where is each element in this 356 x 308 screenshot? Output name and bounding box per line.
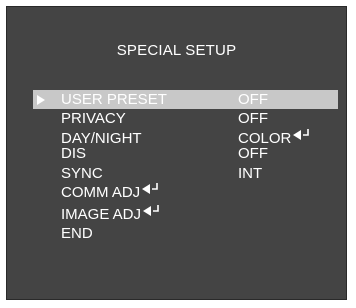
menu-item-privacy[interactable]: PRIVACY OFF: [33, 109, 338, 128]
screen: SPECIAL SETUP USER PRESET OFF PRIVACY OF…: [0, 0, 356, 308]
menu-item-label: PRIVACY: [61, 110, 126, 127]
menu-item-label: DIS: [61, 145, 87, 162]
menu-item-end[interactable]: END: [33, 224, 338, 243]
menu-item-label: COMM ADJ: [61, 184, 141, 201]
osd-menu-panel: SPECIAL SETUP USER PRESET OFF PRIVACY OF…: [6, 6, 347, 300]
menu-item-dis[interactable]: DIS OFF: [33, 144, 338, 163]
cursor-arrow-icon: [37, 95, 45, 105]
enter-icon: [142, 183, 159, 195]
menu-item-sync[interactable]: SYNC INT: [33, 164, 338, 183]
menu-item-image-adj[interactable]: IMAGE ADJ: [33, 205, 338, 224]
menu-item-value: OFF: [238, 110, 268, 127]
enter-icon: [293, 129, 310, 141]
enter-icon: [143, 205, 160, 217]
menu-item-value: OFF: [238, 91, 268, 108]
menu-title: SPECIAL SETUP: [116, 42, 237, 59]
menu-item-label: USER PRESET: [61, 91, 167, 108]
menu-item-user-preset[interactable]: USER PRESET OFF: [33, 90, 338, 109]
menu-item-value: INT: [238, 165, 263, 182]
menu-item-label-group: IMAGE ADJ: [61, 205, 160, 224]
menu-item-label-group: COMM ADJ: [61, 183, 159, 202]
menu-item-value: OFF: [238, 145, 268, 162]
menu-item-comm-adj[interactable]: COMM ADJ: [33, 183, 338, 202]
menu-item-label: SYNC: [61, 165, 103, 182]
menu-item-label: IMAGE ADJ: [61, 206, 142, 223]
menu-item-label: END: [61, 225, 93, 242]
